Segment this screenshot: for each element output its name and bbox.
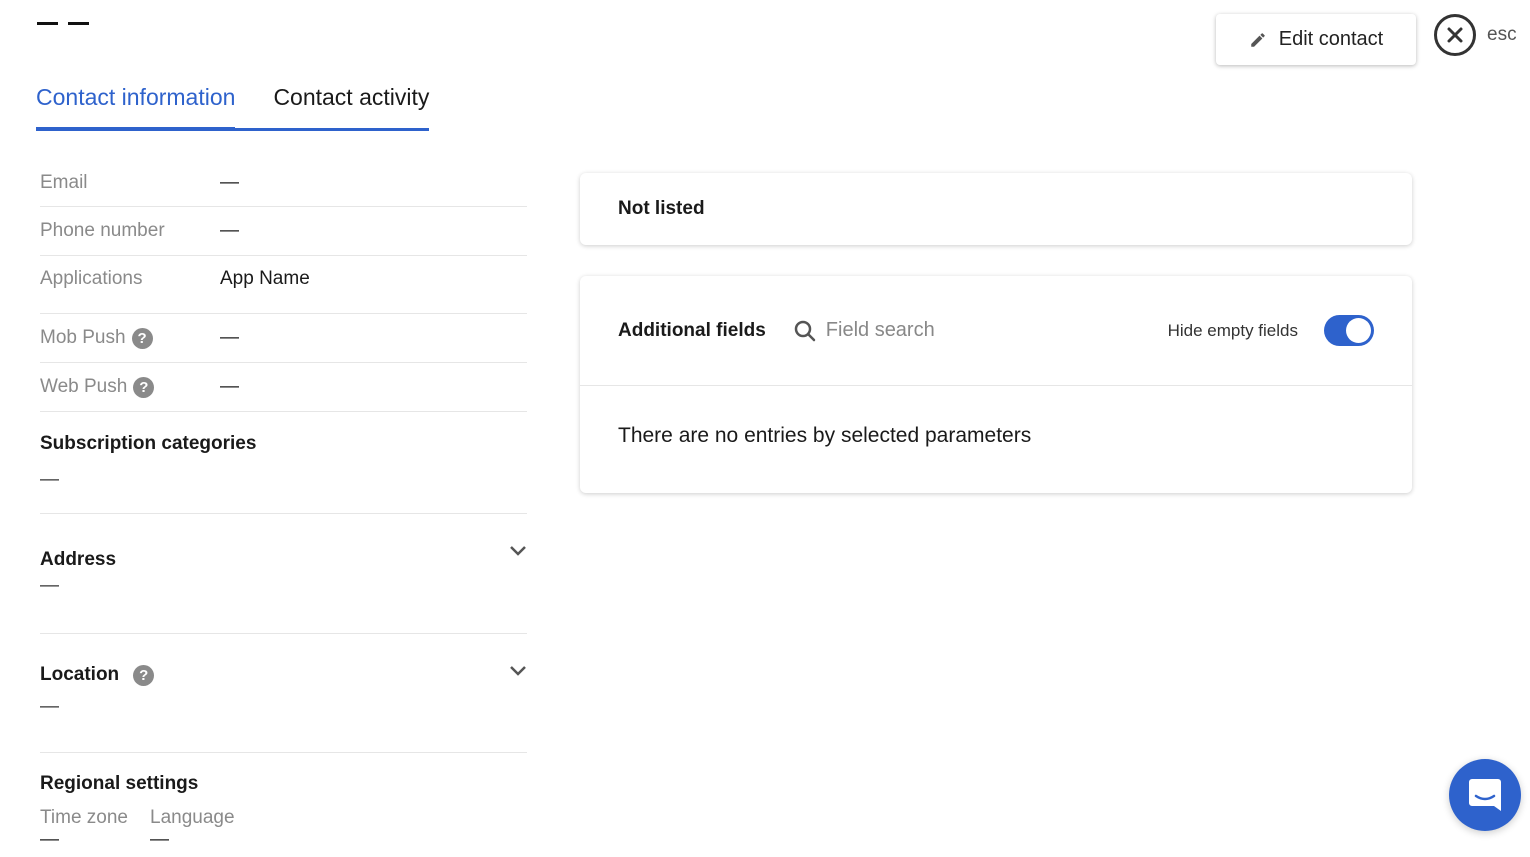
subscription-title: Subscription categories — [40, 433, 257, 454]
field-search-input[interactable] — [825, 319, 1026, 342]
contact-name-placeholder — [37, 22, 89, 25]
mob-push-label: Mob Push — [40, 327, 126, 348]
empty-message: There are no entries by selected paramet… — [618, 424, 1032, 447]
regional-section: Regional settings Time zone — Language — — [40, 753, 527, 851]
additional-fields-title: Additional fields — [618, 319, 766, 341]
address-title: Address — [40, 549, 117, 570]
applications-value: App Name — [220, 268, 310, 289]
phone-row: Phone number — — [40, 207, 527, 256]
web-push-value: — — [220, 376, 239, 397]
search-icon — [794, 320, 816, 341]
close-icon — [1447, 27, 1463, 43]
timezone-label: Time zone — [40, 807, 128, 828]
chat-button[interactable] — [1449, 759, 1521, 831]
location-section[interactable]: Location? — — [40, 634, 527, 753]
help-icon[interactable]: ? — [133, 376, 155, 398]
subscription-value: — — [40, 469, 59, 490]
not-listed-label: Not listed — [618, 198, 705, 219]
hide-empty-fields-toggle[interactable] — [1324, 315, 1374, 346]
tab-bar: Contact information Contact activity — [36, 80, 429, 131]
applications-label: Applications — [40, 268, 143, 289]
location-title: Location — [40, 664, 120, 685]
location-value: — — [40, 696, 59, 717]
pencil-icon — [1250, 32, 1265, 47]
timezone-value: — — [40, 829, 59, 850]
not-listed-card: Not listed — [580, 173, 1412, 245]
phone-value: — — [220, 220, 239, 241]
regional-title: Regional settings — [40, 773, 199, 794]
help-icon[interactable]: ? — [131, 327, 153, 349]
edit-contact-label: Edit contact — [1278, 28, 1384, 50]
additional-fields-card: Additional fields Hide empty fields Ther… — [580, 276, 1412, 493]
contact-info-panel: Email — Phone number — Applications App … — [40, 160, 527, 851]
email-value: — — [220, 172, 239, 193]
mob-push-value: — — [220, 327, 239, 348]
esc-label: esc — [1487, 24, 1517, 45]
tab-contact-activity[interactable]: Contact activity — [235, 80, 429, 131]
address-value: — — [40, 575, 59, 596]
email-label: Email — [40, 172, 88, 193]
phone-label: Phone number — [40, 220, 165, 241]
edit-contact-button[interactable]: Edit contact — [1216, 14, 1416, 65]
help-icon[interactable]: ? — [133, 664, 155, 686]
applications-row: Applications App Name — [40, 256, 527, 314]
tab-contact-information[interactable]: Contact information — [36, 80, 236, 131]
mob-push-row: Mob Push? — — [40, 314, 527, 363]
chat-icon — [1469, 779, 1501, 811]
chevron-down-icon[interactable] — [509, 665, 527, 677]
language-label: Language — [150, 807, 235, 828]
web-push-row: Web Push? — — [40, 363, 527, 412]
subscription-section: Subscription categories — — [40, 412, 527, 514]
address-section[interactable]: Address — — [40, 514, 527, 634]
close-button[interactable] — [1434, 14, 1476, 56]
hide-empty-fields-label: Hide empty fields — [1167, 320, 1298, 340]
email-row: Email — — [40, 160, 527, 207]
language-value: — — [150, 829, 169, 850]
web-push-label: Web Push — [40, 376, 128, 397]
chevron-down-icon[interactable] — [509, 545, 527, 557]
